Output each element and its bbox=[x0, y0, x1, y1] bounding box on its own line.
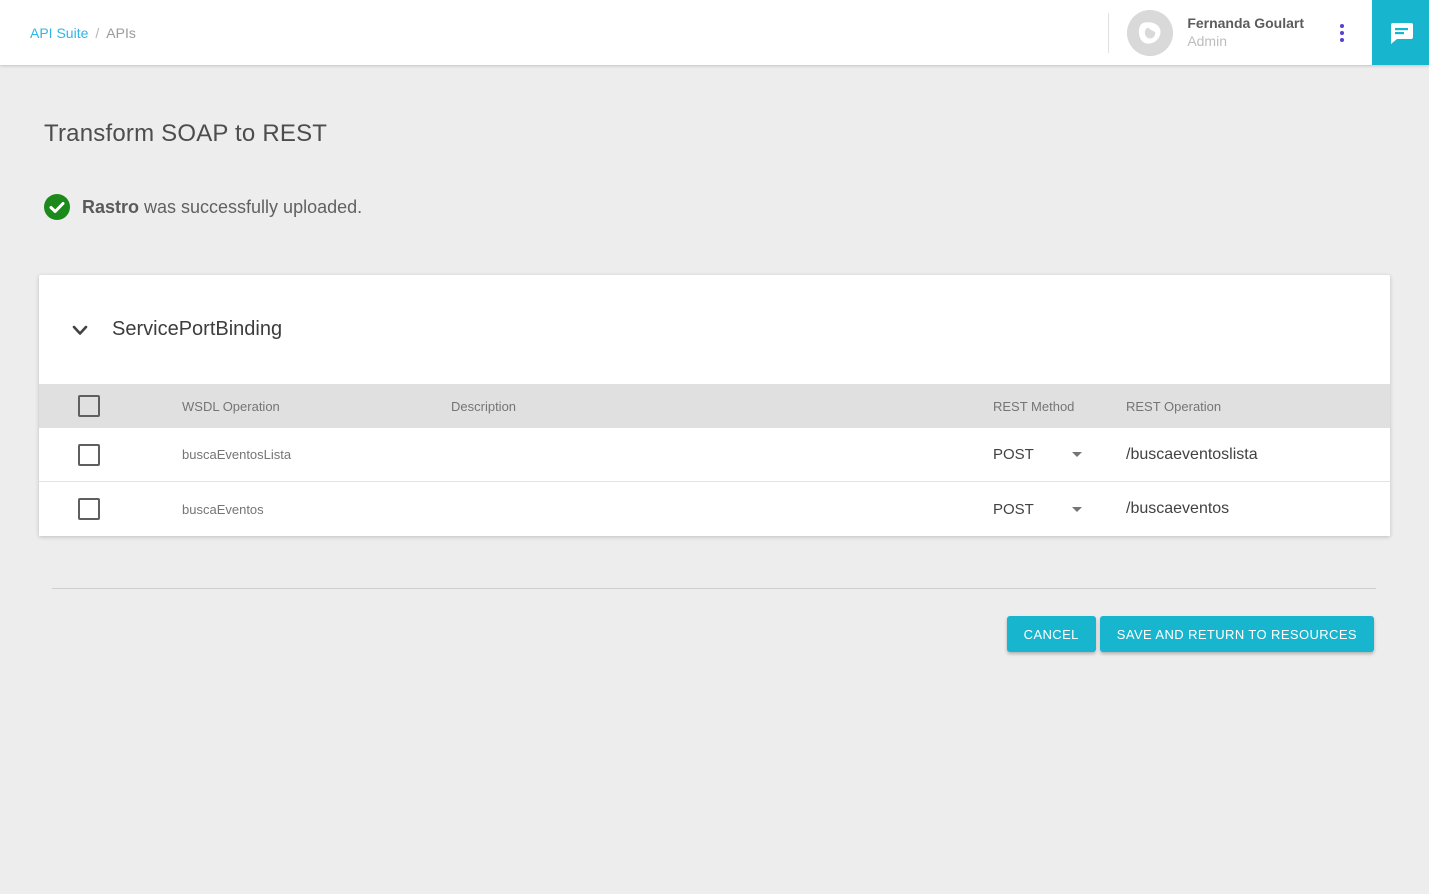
kebab-menu-icon[interactable] bbox=[1336, 18, 1348, 48]
column-header-rest-method: REST Method bbox=[993, 399, 1126, 414]
footer-divider bbox=[52, 588, 1376, 589]
breadcrumb-separator: / bbox=[95, 25, 99, 41]
rest-method-dropdown[interactable]: POST bbox=[993, 446, 1082, 463]
dropdown-caret-icon bbox=[1072, 452, 1082, 457]
table-header-row: WSDL Operation Description REST Method R… bbox=[39, 384, 1390, 428]
dropdown-caret-icon bbox=[1072, 507, 1082, 512]
wsdl-operation-cell: buscaEventos bbox=[182, 502, 451, 517]
avatar[interactable] bbox=[1127, 10, 1173, 56]
success-suffix: was successfully uploaded. bbox=[139, 197, 362, 217]
header-divider bbox=[1108, 13, 1109, 53]
row-checkbox[interactable] bbox=[78, 444, 100, 466]
action-buttons: CANCEL SAVE AND RETURN TO RESOURCES bbox=[39, 616, 1390, 652]
top-bar-right: Fernanda Goulart Admin bbox=[1108, 0, 1429, 65]
page-title: Transform SOAP to REST bbox=[44, 120, 1390, 148]
top-bar: API Suite / APIs Fernanda Goulart Admin bbox=[0, 0, 1429, 65]
avatar-logo-icon bbox=[1127, 10, 1173, 56]
breadcrumb-link-api-suite[interactable]: API Suite bbox=[30, 25, 88, 41]
binding-card: ServicePortBinding WSDL Operation Descri… bbox=[39, 275, 1390, 536]
success-text: Rastro was successfully uploaded. bbox=[82, 197, 362, 218]
column-header-rest-operation: REST Operation bbox=[1126, 399, 1390, 414]
column-header-description: Description bbox=[451, 399, 993, 414]
wsdl-operation-cell: buscaEventosLista bbox=[182, 447, 451, 462]
select-all-checkbox[interactable] bbox=[78, 395, 100, 417]
column-header-wsdl-operation: WSDL Operation bbox=[182, 399, 451, 414]
binding-card-header[interactable]: ServicePortBinding bbox=[39, 275, 1390, 384]
page-content: Transform SOAP to REST Rastro was succes… bbox=[0, 120, 1429, 652]
row-checkbox[interactable] bbox=[78, 498, 100, 520]
chat-button[interactable] bbox=[1372, 0, 1429, 65]
table-row: buscaEventosLista POST /buscaeventoslist… bbox=[39, 428, 1390, 482]
table-row: buscaEventos POST /buscaeventos bbox=[39, 482, 1390, 536]
rest-method-dropdown[interactable]: POST bbox=[993, 501, 1082, 518]
rest-operation-cell: /buscaeventoslista bbox=[1126, 446, 1390, 464]
success-check-icon bbox=[44, 194, 70, 220]
chat-icon bbox=[1387, 19, 1415, 47]
rest-method-value: POST bbox=[993, 446, 1034, 463]
save-and-return-button[interactable]: SAVE AND RETURN TO RESOURCES bbox=[1100, 616, 1374, 652]
user-info: Fernanda Goulart Admin bbox=[1187, 15, 1304, 50]
user-name: Fernanda Goulart bbox=[1187, 15, 1304, 33]
rest-operation-cell: /buscaeventos bbox=[1126, 500, 1390, 518]
binding-card-title: ServicePortBinding bbox=[112, 318, 282, 341]
breadcrumb-current-apis: APIs bbox=[106, 25, 136, 41]
breadcrumb: API Suite / APIs bbox=[0, 25, 136, 41]
rest-method-value: POST bbox=[993, 501, 1034, 518]
success-subject: Rastro bbox=[82, 197, 139, 217]
user-role: Admin bbox=[1187, 33, 1304, 51]
cancel-button[interactable]: CANCEL bbox=[1007, 616, 1096, 652]
success-message: Rastro was successfully uploaded. bbox=[44, 194, 1390, 220]
chevron-down-icon bbox=[70, 320, 90, 340]
